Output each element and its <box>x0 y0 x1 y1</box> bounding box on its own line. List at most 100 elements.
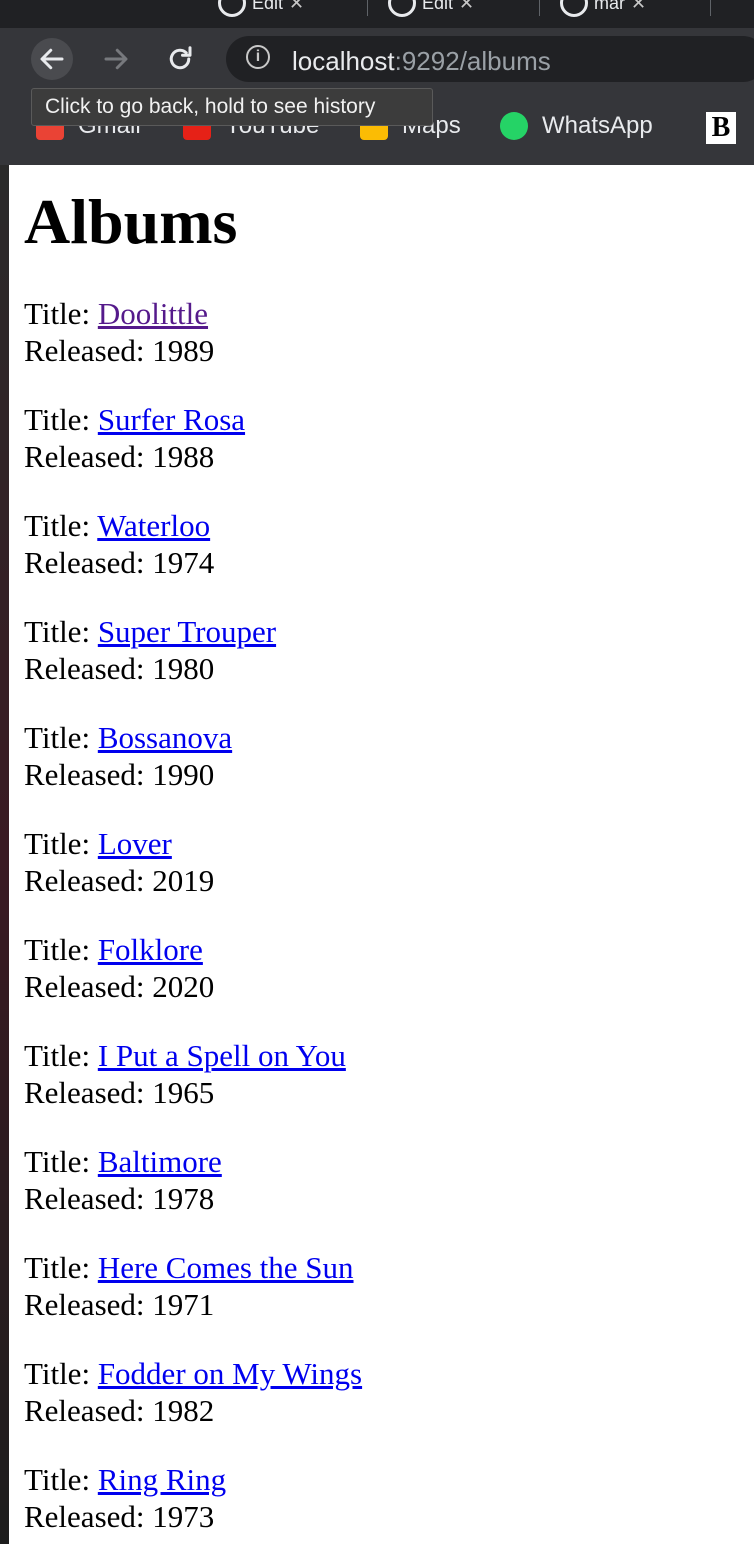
browser-tab[interactable]: Edit ✕ <box>388 0 474 18</box>
album-title-line: Title: Fodder on My Wings <box>24 1355 744 1392</box>
album-title-link[interactable]: I Put a Spell on You <box>98 1038 346 1073</box>
released-prefix: Released: <box>24 1499 145 1535</box>
album-released-line: Released: 1978 <box>24 1180 744 1217</box>
album-released-line: Released: 1990 <box>24 756 744 793</box>
album-released-line: Released: 1989 <box>24 332 744 369</box>
url-text[interactable]: localhost:9292/albums <box>292 46 551 77</box>
released-year: 1978 <box>152 1181 215 1217</box>
released-year: 1988 <box>152 439 215 475</box>
address-bar[interactable]: i localhost:9292/albums <box>226 36 754 82</box>
album-item: Title: Fodder on My Wings Released: 1982 <box>24 1355 744 1429</box>
bookmark-whatsapp[interactable]: WhatsApp <box>500 112 653 140</box>
album-title-link[interactable]: Waterloo <box>97 508 210 543</box>
album-title-link[interactable]: Ring Ring <box>98 1462 226 1497</box>
tab-strip: Edit ✕ Edit ✕ mar ✕ <box>0 0 754 28</box>
released-prefix: Released: <box>24 545 145 581</box>
released-year: 1989 <box>152 333 215 369</box>
released-prefix: Released: <box>24 1393 145 1429</box>
browser-tab[interactable]: mar ✕ <box>560 0 646 18</box>
album-item: Title: Baltimore Released: 1978 <box>24 1143 744 1217</box>
album-title-line: Title: Here Comes the Sun <box>24 1249 744 1286</box>
album-item: Title: Super Trouper Released: 1980 <box>24 613 744 687</box>
album-item: Title: I Put a Spell on You Released: 196… <box>24 1037 744 1111</box>
url-host: localhost <box>292 46 395 76</box>
released-year: 1982 <box>152 1393 215 1429</box>
released-year: 2019 <box>152 863 215 899</box>
tab-separator <box>710 0 711 16</box>
album-title-link[interactable]: Folklore <box>98 932 203 967</box>
bookmark-label: WhatsApp <box>542 112 653 139</box>
album-title-link[interactable]: Baltimore <box>98 1144 222 1179</box>
album-item: Title: Doolittle Released: 1989 <box>24 295 744 369</box>
window-edge <box>0 165 9 1544</box>
released-year: 1971 <box>152 1287 215 1323</box>
title-prefix: Title: <box>24 1356 91 1392</box>
album-title-link[interactable]: Bossanova <box>98 720 232 755</box>
album-released-line: Released: 2020 <box>24 968 744 1005</box>
album-title-link[interactable]: Lover <box>98 826 172 861</box>
released-prefix: Released: <box>24 439 145 475</box>
tab-label: Edit <box>422 0 454 13</box>
close-icon[interactable]: ✕ <box>459 0 474 14</box>
album-released-line: Released: 1982 <box>24 1392 744 1429</box>
album-title-line: Title: Bossanova <box>24 719 744 756</box>
page-content: Albums Title: Doolittle Released: 1989 Tit… <box>24 165 744 1567</box>
title-prefix: Title: <box>24 614 91 650</box>
title-prefix: Title: <box>24 1462 91 1498</box>
album-title-line: Title: Folklore <box>24 931 744 968</box>
close-icon[interactable]: ✕ <box>289 0 304 14</box>
released-year: 1974 <box>152 545 215 581</box>
tab-separator <box>539 0 540 16</box>
album-title-link[interactable]: Surfer Rosa <box>98 402 245 437</box>
album-title-line: Title: Lover <box>24 825 744 862</box>
title-prefix: Title: <box>24 1038 91 1074</box>
github-icon <box>388 0 416 17</box>
album-title-link[interactable]: Super Trouper <box>98 614 276 649</box>
title-prefix: Title: <box>24 932 91 968</box>
album-item: Title: Waterloo Released: 1974 <box>24 507 744 581</box>
info-icon[interactable]: i <box>246 45 270 69</box>
album-released-line: Released: 2019 <box>24 862 744 899</box>
album-title-line: Title: I Put a Spell on You <box>24 1037 744 1074</box>
released-prefix: Released: <box>24 757 145 793</box>
album-released-line: Released: 1980 <box>24 650 744 687</box>
album-released-line: Released: 1974 <box>24 544 744 581</box>
url-path: :9292/albums <box>394 46 551 76</box>
released-prefix: Released: <box>24 1181 145 1217</box>
album-title-link[interactable]: Fodder on My Wings <box>98 1356 362 1391</box>
released-year: 1980 <box>152 651 215 687</box>
album-released-line: Released: 1988 <box>24 438 744 475</box>
b-bookmark-icon: B <box>706 112 736 144</box>
github-icon <box>560 0 588 17</box>
album-title-link[interactable]: Here Comes the Sun <box>98 1250 354 1285</box>
album-title-line: Title: Waterloo <box>24 507 744 544</box>
title-prefix: Title: <box>24 508 91 544</box>
released-prefix: Released: <box>24 651 145 687</box>
album-title-link[interactable]: Doolittle <box>98 296 208 331</box>
forward-button[interactable] <box>95 38 137 80</box>
released-prefix: Released: <box>24 333 145 369</box>
released-prefix: Released: <box>24 1075 145 1111</box>
album-item: Title: Ring Ring Released: 1973 <box>24 1461 744 1535</box>
browser-tab[interactable]: Edit ✕ <box>218 0 304 18</box>
title-prefix: Title: <box>24 296 91 332</box>
album-title-line: Title: Baltimore <box>24 1143 744 1180</box>
title-prefix: Title: <box>24 720 91 756</box>
released-year: 1973 <box>152 1499 215 1535</box>
album-item: Title: Folklore Released: 2020 <box>24 931 744 1005</box>
reload-button[interactable] <box>159 38 201 80</box>
album-title-line: Title: Surfer Rosa <box>24 401 744 438</box>
album-released-line: Released: 1973 <box>24 1498 744 1535</box>
whatsapp-icon <box>500 112 528 140</box>
back-button[interactable] <box>31 38 73 80</box>
bookmark-b[interactable]: B <box>706 112 736 144</box>
close-icon[interactable]: ✕ <box>631 0 646 14</box>
album-released-line: Released: 1965 <box>24 1074 744 1111</box>
released-year: 2020 <box>152 969 215 1005</box>
released-prefix: Released: <box>24 863 145 899</box>
released-year: 1965 <box>152 1075 215 1111</box>
title-prefix: Title: <box>24 402 91 438</box>
title-prefix: Title: <box>24 1144 91 1180</box>
released-year: 1990 <box>152 757 215 793</box>
back-button-tooltip: Click to go back, hold to see history <box>31 88 433 126</box>
